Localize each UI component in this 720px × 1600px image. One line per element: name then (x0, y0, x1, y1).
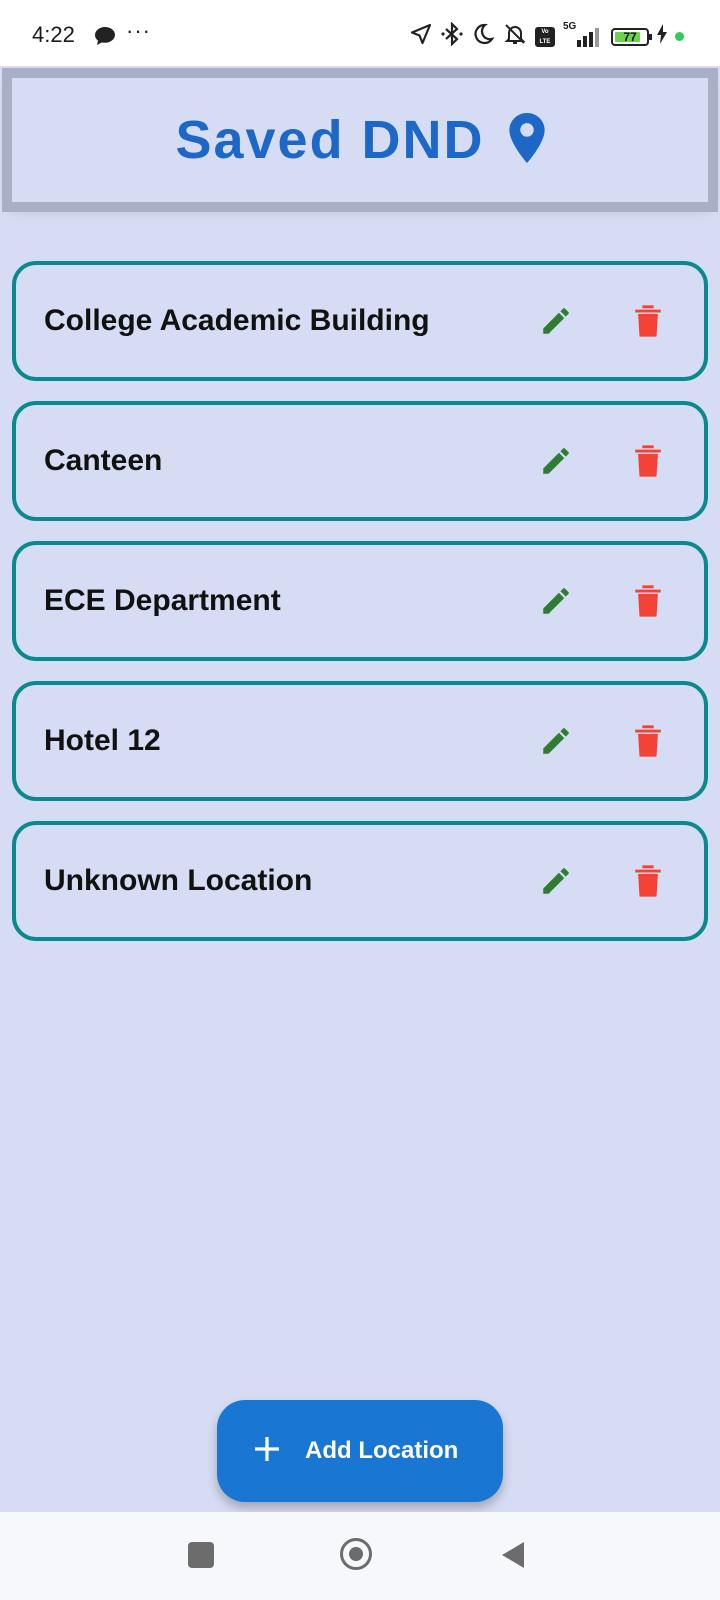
system-nav-bar (0, 1512, 720, 1600)
location-name: College Academic Building (44, 304, 430, 337)
pencil-icon (543, 868, 569, 894)
status-time: 4:22 (32, 22, 75, 47)
location-arrow-icon (409, 22, 433, 51)
pencil-icon (543, 588, 569, 614)
location-name: Unknown Location (44, 864, 313, 897)
recents-button[interactable] (188, 1542, 214, 1568)
privacy-indicator-dot (675, 32, 684, 41)
location-name: Canteen (44, 444, 163, 477)
location-name: Hotel 12 (44, 724, 161, 757)
edit-button[interactable] (536, 301, 576, 341)
delete-button[interactable] (628, 301, 668, 341)
back-button[interactable] (500, 1540, 526, 1575)
edit-button[interactable] (536, 861, 576, 901)
battery-icon: 77 (611, 27, 652, 46)
status-icons: Vo LTE 5G 77 (409, 21, 684, 51)
volte-icon: Vo LTE (535, 26, 555, 47)
bell-off-icon (503, 22, 527, 51)
location-card[interactable]: College Academic Building (12, 261, 708, 381)
trash-icon (635, 305, 661, 337)
plus-icon (253, 1435, 281, 1468)
trash-icon (635, 865, 661, 897)
home-button[interactable] (340, 1538, 372, 1570)
pencil-icon (543, 308, 569, 334)
edit-button[interactable] (536, 721, 576, 761)
location-pin-icon (508, 112, 545, 168)
add-location-button[interactable]: Add Location (217, 1400, 503, 1502)
more-notifications-icon: ··· (126, 18, 151, 43)
location-card[interactable]: Canteen (12, 401, 708, 521)
saved-locations-list: College Academic Building Canteen ECE De… (12, 261, 708, 961)
delete-button[interactable] (628, 581, 668, 621)
location-name: ECE Department (44, 584, 281, 617)
edit-button[interactable] (536, 441, 576, 481)
page-header: Saved DND (12, 78, 708, 202)
delete-button[interactable] (628, 721, 668, 761)
add-location-label: Add Location (305, 1437, 459, 1464)
delete-button[interactable] (628, 441, 668, 481)
charging-icon (657, 24, 667, 49)
trash-icon (635, 585, 661, 617)
signal-icon: 5G (563, 21, 603, 48)
page-title: Saved DND (175, 110, 485, 170)
battery-level: 77 (623, 29, 637, 44)
pencil-icon (543, 728, 569, 754)
network-type: 5G (563, 20, 577, 32)
bluetooth-icon (441, 21, 463, 51)
trash-icon (635, 725, 661, 757)
chat-bubble-icon (94, 26, 116, 51)
location-card[interactable]: ECE Department (12, 541, 708, 661)
location-card[interactable]: Hotel 12 (12, 681, 708, 801)
location-card[interactable]: Unknown Location (12, 821, 708, 941)
trash-icon (635, 445, 661, 477)
edit-button[interactable] (536, 581, 576, 621)
status-bar: 4:22 ··· Vo LTE 5G 77 (0, 0, 720, 66)
pencil-icon (543, 448, 569, 474)
delete-button[interactable] (628, 861, 668, 901)
moon-icon (471, 22, 495, 51)
